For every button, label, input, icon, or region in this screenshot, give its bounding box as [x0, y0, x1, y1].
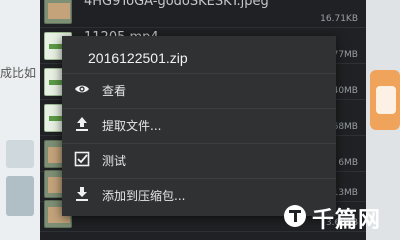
file-row[interactable]: 4HG9ToGA-godoSKESKY.jpeg 16.71KB [40, 0, 366, 28]
menu-item-label: 添加到压缩包... [102, 189, 186, 203]
context-menu: 2016122501.zip 查看 提取文件... 测试 添加到压缩包... [62, 36, 336, 216]
watermark: 千篇网 [284, 200, 400, 234]
menu-item-label: 测试 [102, 154, 127, 168]
background-thumbnail [6, 176, 34, 216]
file-name: 4HG9ToGA-godoSKESKY.jpeg [84, 0, 269, 9]
app-tile-inner [376, 86, 396, 114]
menu-item-label: 查看 [102, 84, 127, 98]
watermark-text: 千篇网 [312, 208, 382, 233]
file-size: 77MB [332, 50, 358, 60]
watermark-logo-icon [284, 205, 306, 227]
background-text: 成比如 [0, 66, 37, 80]
checkbox-icon [74, 151, 90, 167]
file-size: 16.71KB [320, 14, 358, 24]
file-size: 68MB [332, 122, 358, 132]
menu-item-label: 提取文件... [102, 119, 162, 133]
background-left-panel: 成比如 [0, 0, 40, 240]
upload-icon [76, 117, 88, 131]
file-size: 40MB [332, 86, 358, 96]
menu-title: 2016122501.zip [88, 50, 188, 66]
background-thumbnail [6, 140, 34, 168]
download-icon [76, 187, 88, 201]
eye-icon [75, 85, 89, 93]
menu-item-view[interactable]: 查看 [62, 73, 336, 104]
menu-item-extract[interactable]: 提取文件... [62, 108, 336, 139]
menu-item-test[interactable]: 测试 [62, 143, 336, 174]
file-thumbnail [44, 0, 72, 24]
